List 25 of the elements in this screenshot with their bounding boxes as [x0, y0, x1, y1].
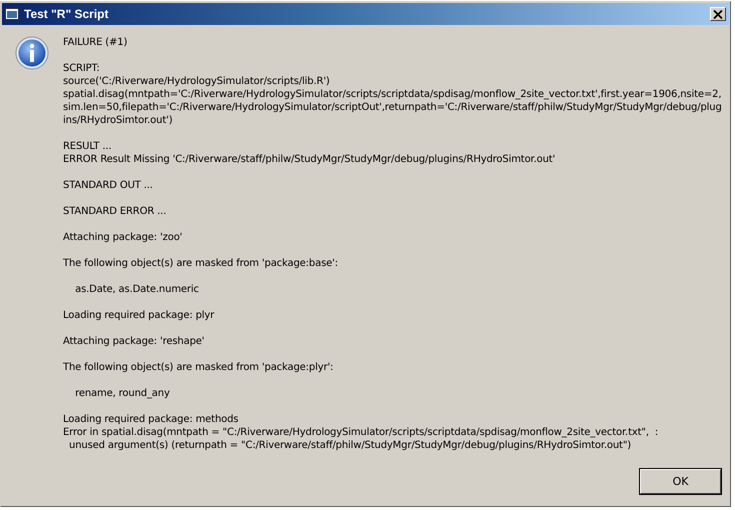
close-button[interactable]	[710, 7, 726, 21]
message-line: SCRIPT:	[63, 62, 101, 75]
message-line: unused argument(s) (returnpath = "C:/Riverware/staff/philw/StudyMgr/StudyMgr/debug/plugins/RHydroSimtor.out")	[68, 439, 632, 452]
message-line: Error in spatial.disag(mntpath = "C:/Riverware/HydrologySimulator/scripts/scriptdata/spdisag/monflow_2site_vector.txt", :	[63, 426, 660, 439]
message-line: source('C:/Riverware/HydrologySimulator/scripts/lib.R')	[63, 75, 331, 88]
info-icon	[15, 36, 49, 70]
message-line: ins/RHydroSimtor.out')	[63, 114, 174, 127]
message-line: spatial.disag(mntpath='C:/Riverware/HydrologySimulator/scripts/scriptdata/spdisag/monflow_2site_vector.txt',first.year=1906,nsite=2,	[63, 88, 722, 101]
message-line: RESULT ...	[63, 140, 112, 153]
message-line: rename, round_any	[74, 387, 171, 400]
message-line: sim.len=50,filepath='C:/Riverware/HydrologySimulator/scriptOut',returnpath='C:/Riverware/staff/philw/StudyMgr/StudyMgr/debug/plug	[63, 101, 722, 114]
message-line: Loading required package: plyr	[63, 309, 216, 322]
window-title: Test "R" Script	[24, 7, 110, 21]
ok-button[interactable]: OK	[640, 469, 721, 494]
message-line: FAILURE (#1)	[63, 36, 128, 49]
message-line: The following object(s) are masked from 'package:plyr':	[63, 361, 334, 374]
message-line: STANDARD OUT ...	[63, 179, 154, 192]
message-line: STANDARD ERROR ...	[63, 205, 168, 218]
message-line: Attaching package: 'zoo'	[63, 231, 184, 244]
message-line: The following object(s) are masked from 'package:base':	[63, 257, 339, 270]
message-line: ERROR Result Missing 'C:/Riverware/staff/philw/StudyMgr/StudyMgr/debug/plugins/RHydroSimtor.out'	[63, 153, 556, 166]
message-line: Attaching package: 'reshape'	[63, 335, 206, 348]
message-line: as.Date, as.Date.numeric	[74, 283, 200, 296]
window-icon	[5, 8, 19, 20]
message-line: Loading required package: methods	[63, 413, 240, 426]
